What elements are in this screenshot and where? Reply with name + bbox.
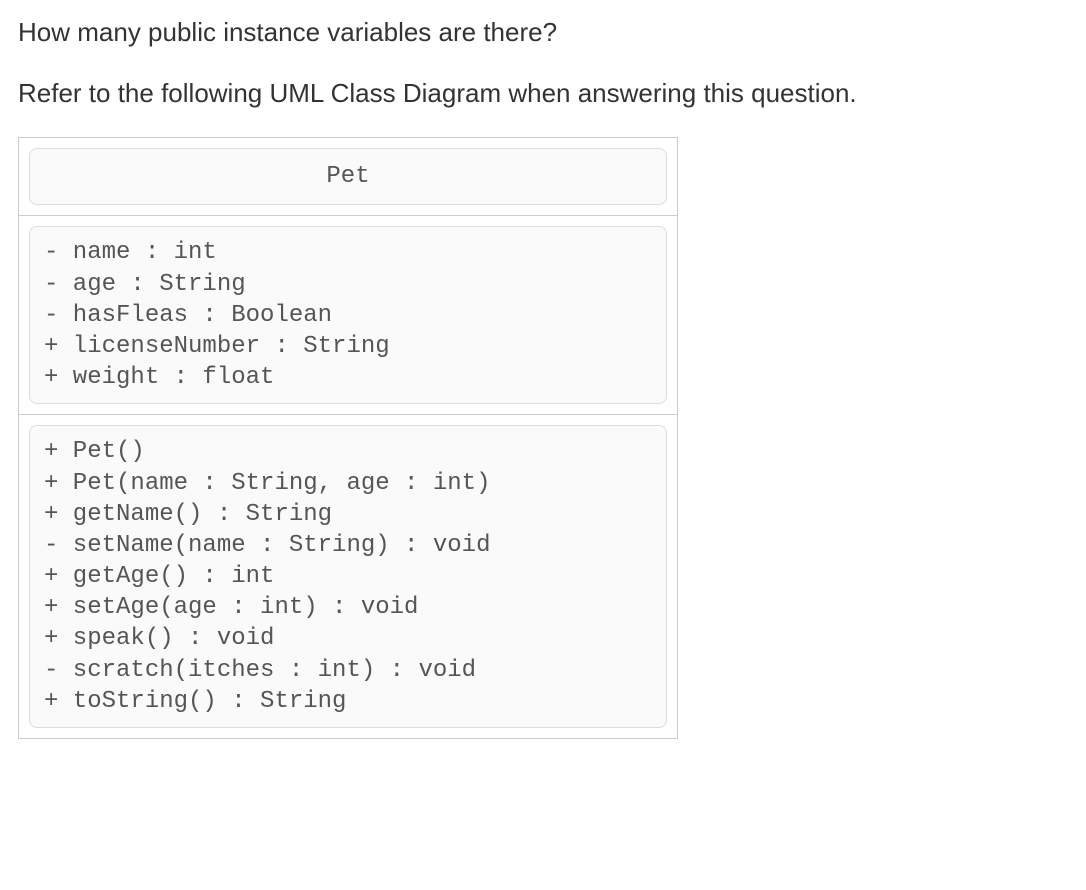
uml-diagram: Pet - name : int - age : String - hasFle… — [18, 137, 678, 739]
question-line-2: Refer to the following UML Class Diagram… — [18, 76, 1071, 111]
uml-method: - scratch(itches : int) : void — [44, 655, 652, 686]
uml-classname-section: Pet — [19, 138, 677, 215]
uml-method: + speak() : void — [44, 623, 652, 654]
uml-method: + toString() : String — [44, 686, 652, 717]
uml-method: + getAge() : int — [44, 561, 652, 592]
uml-attribute: - age : String — [44, 269, 652, 300]
uml-attribute: - hasFleas : Boolean — [44, 300, 652, 331]
uml-methods-card: + Pet() + Pet(name : String, age : int) … — [29, 425, 667, 728]
uml-class-name: Pet — [29, 148, 667, 205]
uml-method: + Pet() — [44, 436, 652, 467]
uml-method: - setName(name : String) : void — [44, 530, 652, 561]
uml-method: + setAge(age : int) : void — [44, 592, 652, 623]
uml-attribute: + weight : float — [44, 362, 652, 393]
uml-attributes-section: - name : int - age : String - hasFleas :… — [19, 216, 677, 414]
question-line-1: How many public instance variables are t… — [18, 15, 1071, 50]
uml-attributes-card: - name : int - age : String - hasFleas :… — [29, 226, 667, 404]
uml-attribute: - name : int — [44, 237, 652, 268]
uml-method: + Pet(name : String, age : int) — [44, 468, 652, 499]
uml-method: + getName() : String — [44, 499, 652, 530]
uml-methods-section: + Pet() + Pet(name : String, age : int) … — [19, 415, 677, 738]
uml-attribute: + licenseNumber : String — [44, 331, 652, 362]
